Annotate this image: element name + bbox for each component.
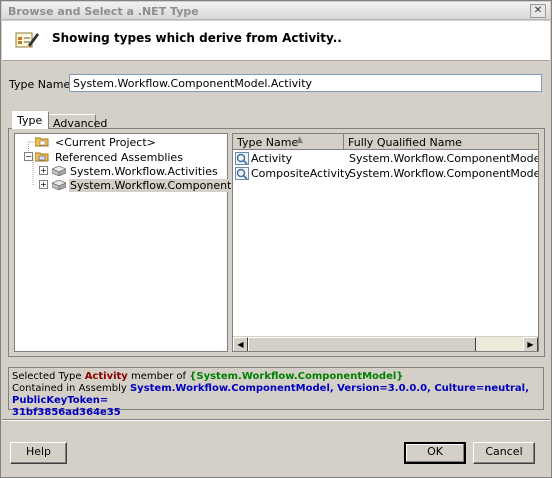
tree-item-current-project[interactable]: <Current Project>: [15, 135, 227, 149]
sort-ascending-icon: ▲: [296, 135, 303, 145]
tab-type-label: Type: [17, 114, 43, 127]
assembly-icon: [52, 180, 66, 190]
close-button[interactable]: ✕: [530, 4, 546, 18]
folder-icon: [35, 152, 49, 162]
class-icon: [235, 152, 249, 165]
tree-item-workflow-activities[interactable]: + System.Workflow.Activities: [15, 164, 227, 178]
type-name-input[interactable]: System.Workflow.ComponentModel.Activity: [69, 74, 542, 92]
expand-icon[interactable]: +: [39, 166, 48, 175]
horizontal-scrollbar[interactable]: ◀ ▶: [233, 336, 538, 351]
footer-separator: [2, 419, 550, 421]
tree-item-referenced-assemblies[interactable]: − Referenced Assemblies: [15, 150, 227, 164]
assembly-line: Contained in Assembly System.Workflow.Co…: [12, 383, 540, 407]
assembly-tree[interactable]: <Current Project> − Referenced Assemblie…: [14, 133, 266, 352]
namespace-name: {System.Workflow.ComponentModel}: [189, 371, 404, 382]
collapse-icon[interactable]: −: [24, 152, 33, 161]
contained-in-prefix: Contained in Assembly: [12, 383, 127, 394]
column-header-label: Type Name: [237, 136, 299, 149]
window-title: Browse and Select a .NET Type: [8, 5, 199, 18]
selection-info: Selected Type Activity member of {System…: [8, 367, 544, 418]
list-item[interactable]: CompositeActivity System.Workflow.Compon…: [233, 166, 538, 181]
selected-type-prefix: Selected Type: [12, 371, 82, 382]
scroll-right-button[interactable]: ▶: [523, 337, 538, 351]
column-header-label: Fully Qualified Name: [348, 136, 462, 149]
tree-item-label: <Current Project>: [55, 136, 156, 149]
type-name-label: Type Name:: [9, 78, 74, 91]
assembly-line-continued: 31bf3856ad364e35: [12, 407, 540, 419]
tree-item-workflow-componentmodel[interactable]: + System.Workflow.ComponentModel: [15, 178, 266, 192]
header-text: Showing types which derive from Activity…: [52, 31, 342, 45]
column-header-type-name[interactable]: Type Name ▲: [233, 134, 344, 150]
type-list[interactable]: Type Name ▲ Fully Qualified Name Activit…: [232, 133, 539, 352]
assembly-token: 31bf3856ad364e35: [12, 407, 121, 418]
type-name-cell: CompositeActivity: [251, 167, 351, 180]
arrow-right-icon: ▶: [527, 340, 534, 349]
help-button[interactable]: Help: [10, 442, 67, 464]
header-banner: Showing types which derive from Activity…: [2, 21, 550, 61]
expand-icon[interactable]: +: [39, 180, 48, 189]
scroll-thumb[interactable]: [248, 337, 476, 351]
type-name-cell: Activity: [251, 152, 293, 165]
scroll-left-button[interactable]: ◀: [233, 337, 248, 351]
type-browser-icon: [15, 32, 39, 48]
tab-type[interactable]: Type: [12, 111, 49, 129]
column-header-fully-qualified-name[interactable]: Fully Qualified Name: [344, 134, 538, 150]
fqn-cell: System.Workflow.ComponentModel.Activity: [349, 152, 539, 165]
title-bar[interactable]: Browse and Select a .NET Type ✕: [2, 2, 550, 20]
ok-button[interactable]: OK: [404, 442, 466, 464]
fqn-cell: System.Workflow.ComponentModel.Compos: [349, 167, 539, 180]
assembly-icon: [52, 166, 66, 176]
selected-type-name: Activity: [84, 371, 128, 382]
class-icon: [235, 167, 249, 180]
cancel-button[interactable]: Cancel: [473, 442, 535, 464]
folder-icon: [35, 137, 49, 147]
tree-item-label: System.Workflow.Activities: [70, 165, 218, 178]
member-of-text: member of: [131, 371, 187, 382]
close-icon: ✕: [533, 5, 543, 16]
tree-item-label: Referenced Assemblies: [55, 151, 183, 164]
dialog-window: Browse and Select a .NET Type ✕ Showing …: [0, 0, 552, 478]
selected-type-line: Selected Type Activity member of {System…: [12, 371, 540, 383]
arrow-left-icon: ◀: [237, 340, 244, 349]
list-item[interactable]: Activity System.Workflow.ComponentModel.…: [233, 151, 538, 166]
